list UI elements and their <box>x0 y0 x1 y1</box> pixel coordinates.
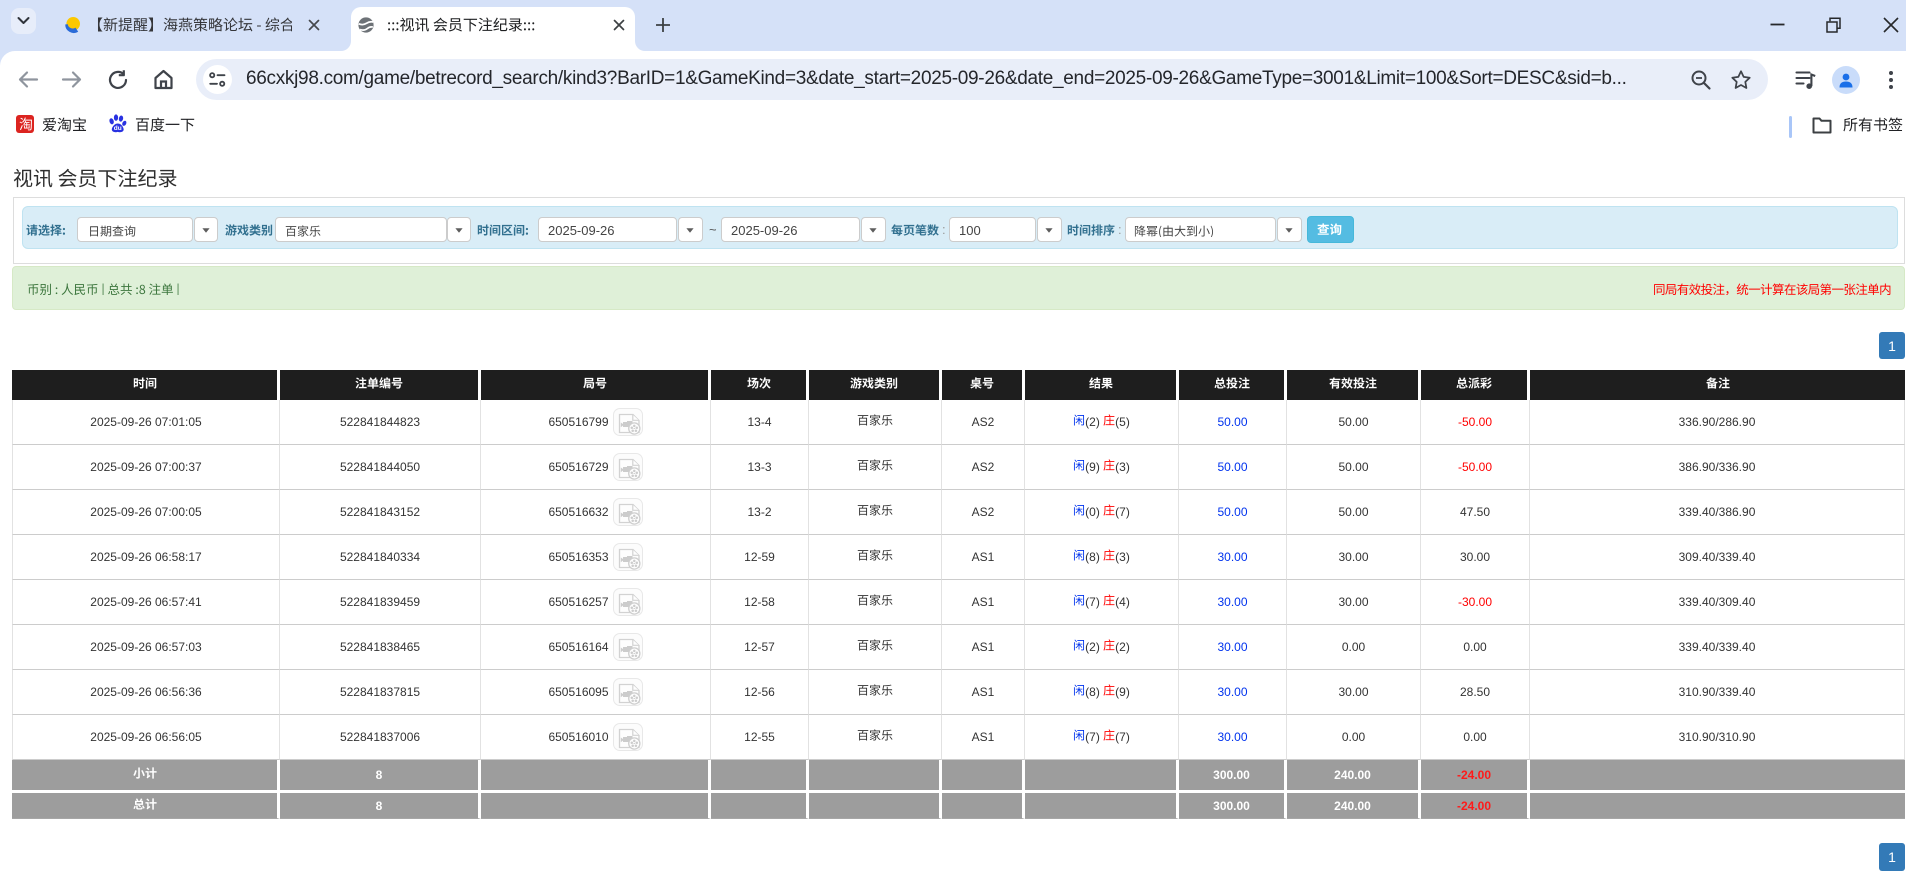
svg-text:du: du <box>114 125 122 132</box>
